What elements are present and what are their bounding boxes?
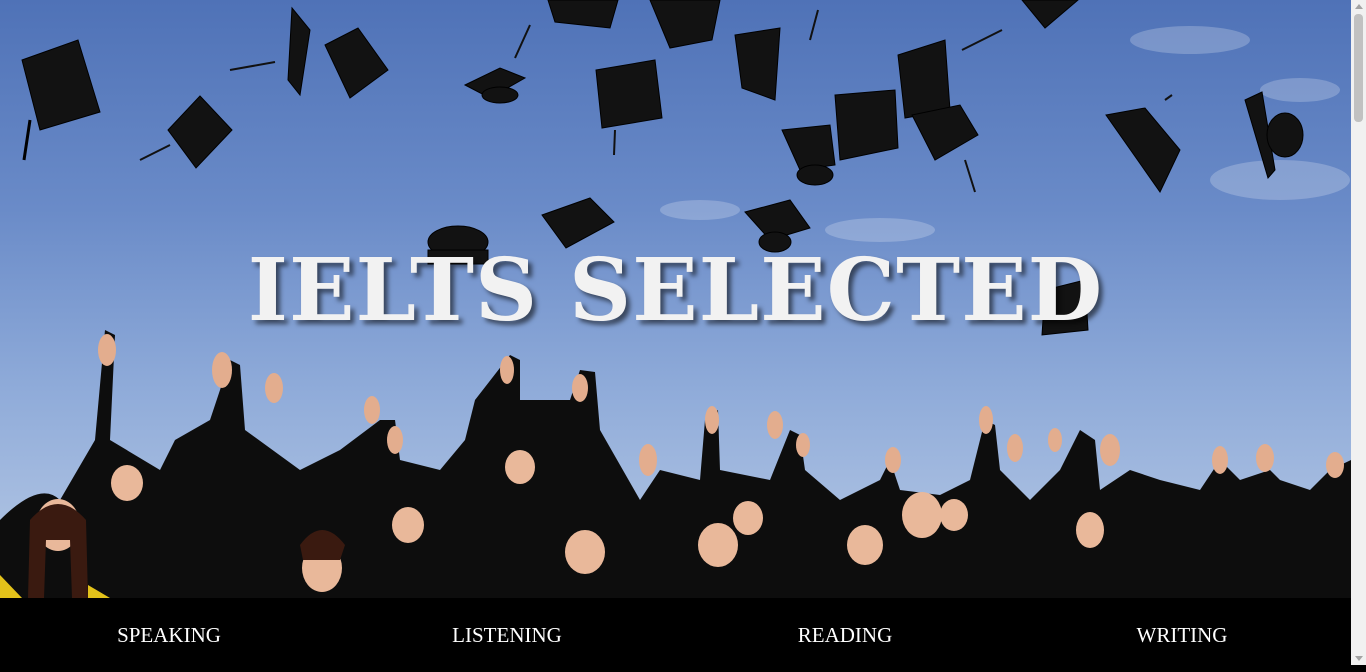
main-nav: SPEAKING LISTENING READING WRITING [0, 598, 1351, 665]
nav-item-speaking[interactable]: SPEAKING [0, 598, 338, 665]
scrollbar-thumb[interactable] [1354, 14, 1363, 122]
nav-item-reading[interactable]: READING [676, 598, 1014, 665]
cap-1 [21, 39, 101, 161]
scroll-down-arrow-icon[interactable] [1355, 656, 1363, 661]
nav-item-writing[interactable]: WRITING [1013, 598, 1351, 665]
vertical-scrollbar[interactable] [1351, 0, 1366, 665]
page: IELTS SELECTED SPEAKING LISTENING READIN… [0, 0, 1351, 665]
scroll-up-arrow-icon[interactable] [1355, 4, 1363, 9]
hero-banner: IELTS SELECTED [0, 0, 1351, 598]
nav-item-listening[interactable]: LISTENING [338, 598, 676, 665]
hero-title: IELTS SELECTED [247, 240, 1104, 341]
